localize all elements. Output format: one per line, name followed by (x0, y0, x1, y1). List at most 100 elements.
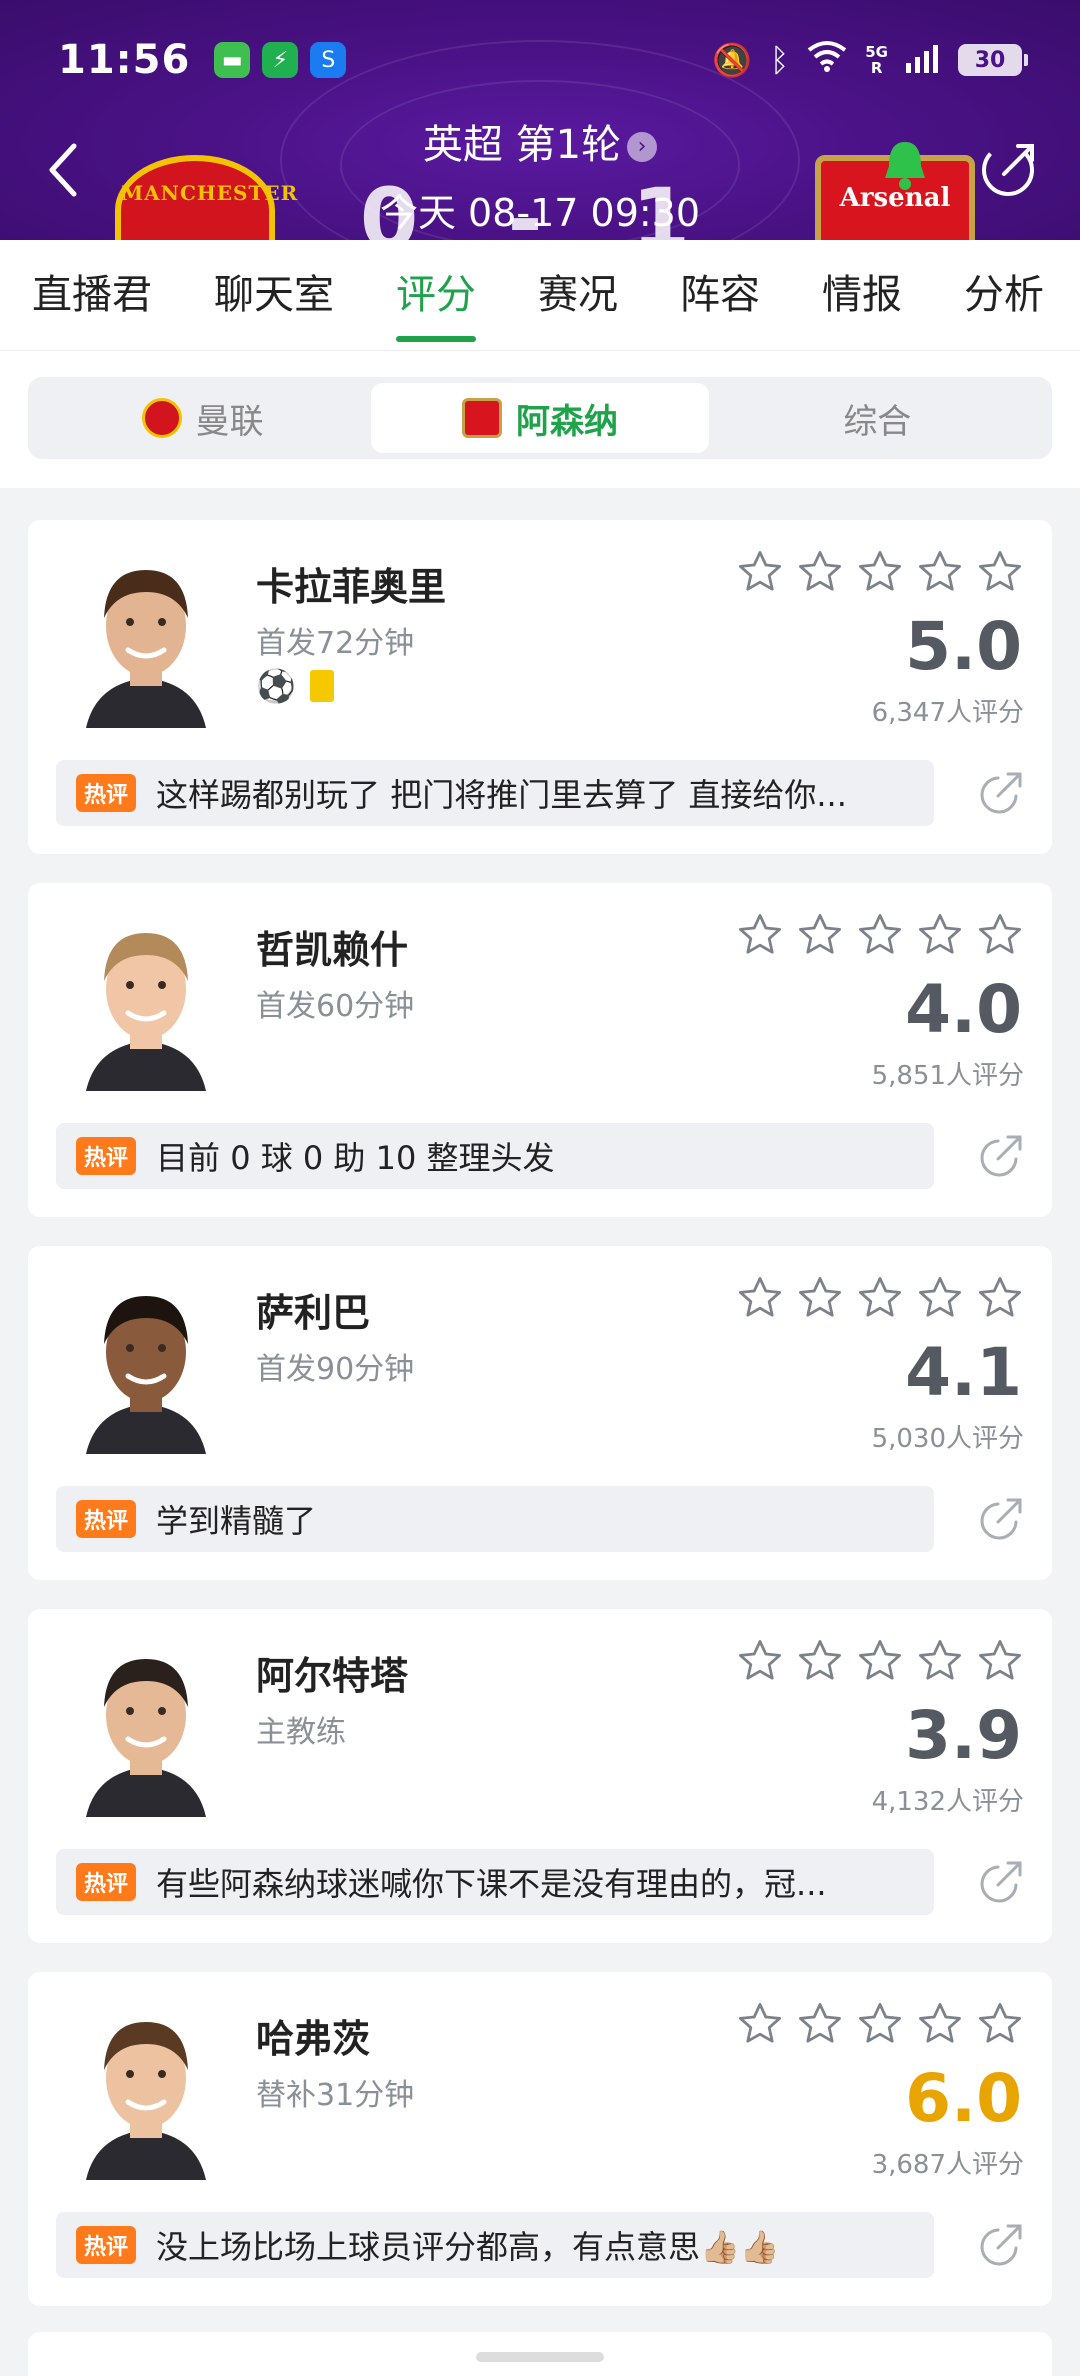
segment-arsenal[interactable]: 阿森纳 (371, 383, 709, 453)
player-card[interactable]: 哲凯赖什 首发60分钟 4.0 5,851人评分 热评 目前 0 球 0 助 1… (28, 883, 1052, 1217)
rating-stars[interactable] (736, 2000, 1024, 2052)
home-indicator[interactable] (476, 2352, 604, 2362)
rating-stars[interactable] (736, 548, 1024, 600)
rating-count: 5,030人评分 (871, 1424, 1024, 1454)
player-avatar[interactable] (56, 548, 236, 728)
hot-comment[interactable]: 热评 目前 0 球 0 助 10 整理头发 (56, 1123, 934, 1189)
star-icon[interactable] (976, 911, 1024, 963)
share-icon[interactable] (976, 1494, 1026, 1544)
player-score: 5.0 (905, 608, 1022, 685)
player-score: 4.1 (905, 1334, 1022, 1411)
network-indicator: 5G R (865, 43, 888, 77)
hot-comment[interactable]: 热评 有些阿森纳球迷喊你下课不是没有理由的，冠... (56, 1849, 934, 1915)
bluetooth-icon: ᛒ (770, 41, 790, 79)
tab-intel[interactable]: 情报 (822, 240, 902, 350)
star-icon[interactable] (856, 1637, 904, 1689)
star-icon[interactable] (976, 1637, 1024, 1689)
share-icon[interactable] (976, 768, 1026, 818)
share-icon[interactable] (976, 2220, 1026, 2270)
messages-app-icon: ▬ (214, 42, 251, 78)
hot-comment-badge: 热评 (76, 2226, 137, 2264)
star-icon[interactable] (736, 1637, 784, 1689)
player-role: 替补31分钟 (256, 2078, 415, 2113)
player-card[interactable]: 卡拉菲奥里 首发72分钟 ⚽ 5.0 6,347人评分 热评 这样踢都别玩了 把… (28, 520, 1052, 854)
shazam-app-icon: S (310, 42, 347, 78)
player-avatar[interactable] (56, 911, 236, 1091)
player-name: 哲凯赖什 (256, 928, 409, 972)
player-badges: ⚽ (256, 670, 334, 702)
tab-chatroom[interactable]: 聊天室 (214, 240, 334, 350)
player-avatar[interactable] (56, 1637, 236, 1817)
player-score: 6.0 (905, 2060, 1022, 2137)
rating-count: 4,132人评分 (871, 1787, 1024, 1817)
rating-stars[interactable] (736, 1637, 1024, 1689)
star-icon[interactable] (856, 2000, 904, 2052)
signal-icon (906, 43, 940, 77)
hot-comment-text: 学到精髓了 (156, 1502, 317, 1540)
star-icon[interactable] (916, 911, 964, 963)
rating-stars[interactable] (736, 911, 1024, 963)
segment-man-utd[interactable]: 曼联 (34, 383, 371, 453)
star-icon[interactable] (976, 1274, 1024, 1326)
rating-count: 5,851人评分 (871, 1061, 1024, 1091)
star-icon[interactable] (796, 548, 844, 600)
player-card[interactable]: 萨利巴 首发90分钟 4.1 5,030人评分 热评 学到精髓了 (28, 1246, 1052, 1580)
mute-icon: 🔕 (712, 41, 753, 79)
player-score: 3.9 (905, 1697, 1022, 1774)
share-icon[interactable] (976, 1857, 1026, 1907)
player-avatar[interactable] (56, 1274, 236, 1454)
player-card[interactable]: 阿尔特塔 主教练 3.9 4,132人评分 热评 有些阿森纳球迷喊你下课不是没有… (28, 1609, 1052, 1943)
player-name: 哈弗茨 (256, 2017, 371, 2061)
star-icon[interactable] (916, 1637, 964, 1689)
hot-comment-badge: 热评 (76, 774, 137, 812)
tab-ratings[interactable]: 评分 (396, 240, 476, 350)
wifi-icon (807, 40, 847, 80)
star-icon[interactable] (916, 2000, 964, 2052)
star-icon[interactable] (856, 1274, 904, 1326)
star-icon[interactable] (796, 1274, 844, 1326)
star-icon[interactable] (976, 2000, 1024, 2052)
tab-live[interactable]: 直播君 (32, 240, 152, 350)
hot-comment-badge: 热评 (76, 1500, 137, 1538)
share-button[interactable] (980, 138, 1040, 198)
player-avatar[interactable] (56, 2000, 236, 2180)
player-role: 首发60分钟 (256, 989, 415, 1024)
player-card[interactable]: 哈弗茨 替补31分钟 6.0 3,687人评分 热评 没上场比场上球员评分都高，… (28, 1972, 1052, 2306)
tab-match-status[interactable]: 赛况 (538, 240, 618, 350)
man-utd-crest-icon (141, 398, 182, 438)
star-icon[interactable] (736, 1274, 784, 1326)
arsenal-crest-icon (461, 398, 502, 438)
hot-comment[interactable]: 热评 这样踢都别玩了 把门将推门里去算了 直接给你... (56, 760, 934, 826)
star-icon[interactable] (736, 2000, 784, 2052)
tab-bar: 直播君 聊天室 评分 赛况 阵容 情报 分析 (0, 240, 1080, 350)
star-icon[interactable] (916, 1274, 964, 1326)
star-icon[interactable] (916, 548, 964, 600)
hot-comment[interactable]: 热评 没上场比场上球员评分都高，有点意思👍🏼👍🏼 (56, 2212, 934, 2278)
status-bar: 11:56 ▬ ⚡ S 🔕 ᛒ 5G R 30 (58, 30, 1028, 90)
security-app-icon: ⚡ (262, 42, 299, 78)
star-icon[interactable] (796, 1637, 844, 1689)
star-icon[interactable] (796, 911, 844, 963)
hot-comment-text: 这样踢都别玩了 把门将推门里去算了 直接给你... (156, 776, 847, 814)
player-name: 萨利巴 (256, 1291, 371, 1335)
match-round[interactable]: 英超 第1轮 › (0, 112, 1080, 170)
match-date: 今天 08-17 09:30 (379, 191, 701, 235)
tab-lineup[interactable]: 阵容 (680, 240, 760, 350)
star-icon[interactable] (736, 911, 784, 963)
player-name: 卡拉菲奥里 (256, 565, 447, 609)
hot-comment[interactable]: 热评 学到精髓了 (56, 1486, 934, 1552)
star-icon[interactable] (736, 548, 784, 600)
rating-stars[interactable] (736, 1274, 1024, 1326)
chevron-right-icon: › (627, 132, 658, 162)
share-icon[interactable] (976, 1131, 1026, 1181)
player-role: 主教练 (256, 1715, 346, 1750)
segment-overall[interactable]: 综合 (709, 383, 1046, 453)
star-icon[interactable] (856, 911, 904, 963)
player-name: 阿尔特塔 (256, 1654, 409, 1698)
tab-analysis[interactable]: 分析 (964, 240, 1044, 350)
hot-comment-text: 有些阿森纳球迷喊你下课不是没有理由的，冠... (156, 1865, 827, 1903)
hot-comment-badge: 热评 (76, 1863, 137, 1901)
star-icon[interactable] (856, 548, 904, 600)
star-icon[interactable] (796, 2000, 844, 2052)
star-icon[interactable] (976, 548, 1024, 600)
